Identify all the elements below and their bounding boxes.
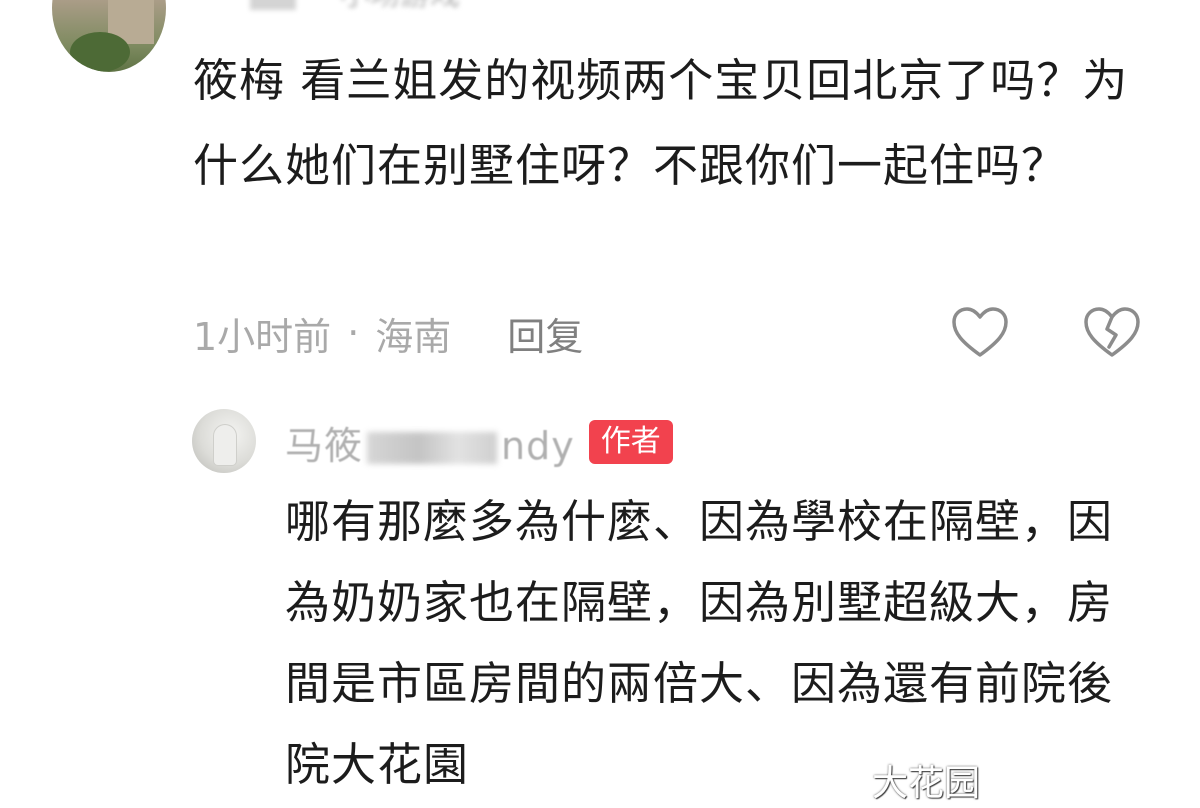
commenter-username[interactable]: 一小场游戏 — [250, 0, 460, 14]
comment-thread: 一小场游戏 筱梅 看兰姐发的视频两个宝贝回北京了吗？为什么她们在别墅住呀？不跟你… — [0, 0, 1200, 808]
broken-heart-icon[interactable] — [1082, 305, 1142, 361]
meta-separator: · — [347, 311, 360, 355]
watermark: 大花园 — [872, 763, 981, 804]
comment-meta: 1小时前 · 海南 回复 — [193, 303, 583, 363]
author-avatar[interactable] — [192, 409, 256, 473]
author-username-end: ndy — [501, 423, 575, 468]
comment-text: 筱梅 看兰姐发的视频两个宝贝回北京了吗？为什么她们在别墅住呀？不跟你们一起住吗？ — [193, 54, 1129, 192]
heart-outline-icon[interactable] — [950, 305, 1010, 361]
username-mask — [250, 0, 296, 10]
reply-text: 哪有那麼多為什麼、因為學校在隔壁，因為奶奶家也在隔壁，因為別墅超級大，房間是市區… — [285, 495, 1114, 791]
commenter-username-text: 一小场游戏 — [310, 0, 460, 13]
author-username-start: 马筱 — [285, 423, 364, 468]
author-username[interactable]: 马筱 ndy — [285, 415, 575, 470]
reply-button[interactable]: 回复 — [507, 306, 583, 361]
reply-header: 马筱 ndy 作者 — [285, 414, 673, 470]
comment-location: 海南 — [375, 314, 452, 359]
commenter-avatar[interactable] — [52, 0, 166, 72]
avatar-figure — [214, 425, 236, 465]
comment-time: 1小时前 — [193, 314, 332, 359]
author-badge: 作者 — [588, 420, 673, 464]
username-blur-mask — [367, 432, 498, 464]
avatar-tree — [70, 32, 130, 72]
